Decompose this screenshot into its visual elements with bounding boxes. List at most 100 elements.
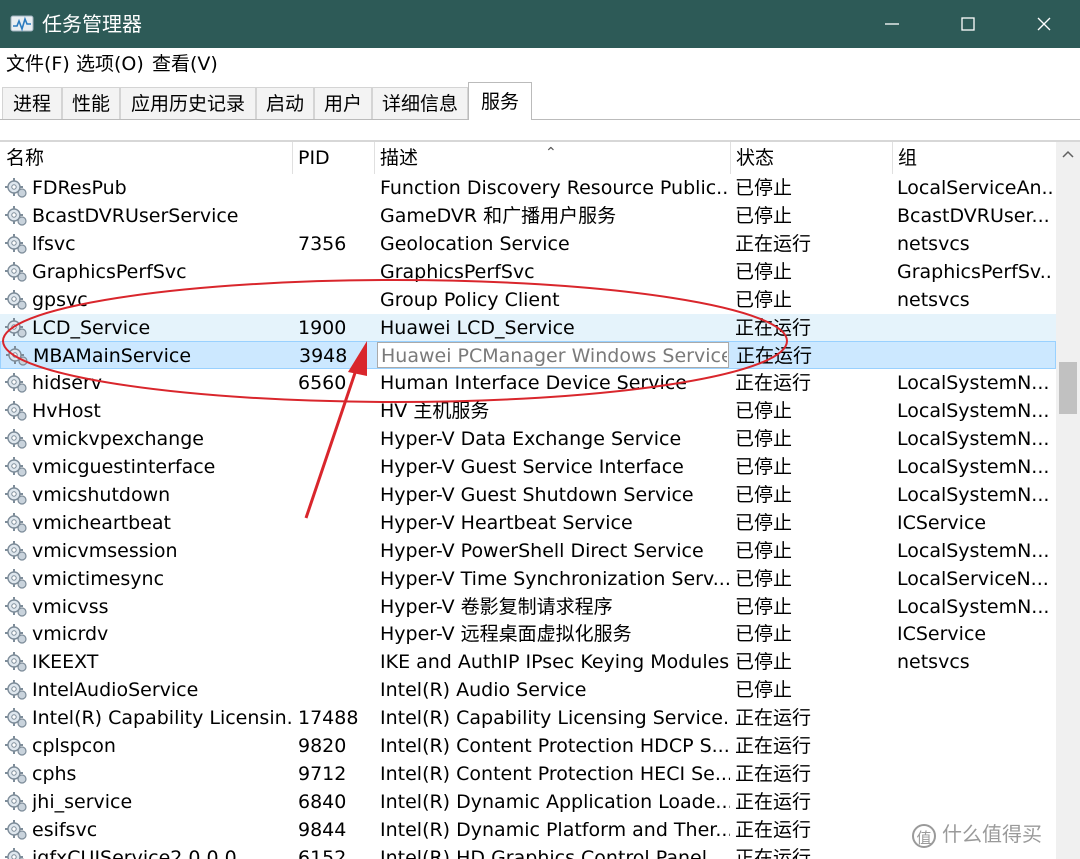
service-row[interactable]: vmictimesync Hyper-V Time Synchronization… [0, 565, 1056, 593]
service-name: vmicvss [32, 595, 109, 618]
service-pid [298, 453, 373, 481]
service-gear-icon [5, 819, 27, 840]
service-status: 正在运行 [735, 707, 812, 730]
menu-options[interactable]: 选项(O) [76, 51, 144, 77]
service-pid [298, 565, 373, 593]
service-pid [298, 648, 373, 676]
service-row[interactable]: HvHost HV 主机服务 已停止 LocalSystemN... [0, 397, 1056, 425]
service-name: IntelAudioService [32, 679, 199, 702]
service-row[interactable]: vmicrdv Hyper-V 远程桌面虚拟化服务 已停止 ICService [0, 620, 1056, 648]
service-gear-icon [5, 763, 27, 784]
service-row[interactable]: cplspcon 9820 Intel(R) Content Protection … [0, 732, 1056, 760]
service-row[interactable]: cphs 9712 Intel(R) Content Protection HECI… [0, 760, 1056, 788]
service-name: LCD_Service [32, 316, 151, 339]
service-description: Huawei LCD_Service [380, 316, 575, 339]
column-header-row: 名称 PID 描述 状态 组 [0, 142, 1056, 174]
service-group [897, 760, 1053, 788]
service-status: 已停止 [735, 456, 793, 478]
service-description: Group Policy Client [380, 288, 560, 311]
maximize-icon [961, 17, 975, 31]
service-row[interactable]: GraphicsPerfSvc GraphicsPerfSvc 已停止 Graphic… [0, 258, 1056, 286]
service-status: 已停止 [735, 595, 793, 618]
tab-bar: 进程 性能 应用历史记录 启动 用户 详细信息 服务 [0, 80, 1080, 120]
tab-details[interactable]: 详细信息 [372, 87, 468, 119]
service-pid: 9844 [298, 818, 347, 841]
service-gear-icon [5, 791, 27, 812]
scrollbar-thumb[interactable] [1059, 362, 1077, 414]
service-row[interactable]: vmicshutdown Hyper-V Guest Shutdown Servi… [0, 481, 1056, 509]
service-gear-icon [5, 205, 27, 226]
service-row[interactable]: hidserv 6560 Human Interface Device Servic… [0, 369, 1056, 397]
service-pid [298, 537, 373, 565]
menu-file[interactable]: 文件(F) [6, 51, 70, 77]
service-group: LocalSystemN... [897, 456, 1050, 478]
service-row[interactable]: esifsvc 9844 Intel(R) Dynamic Platform and… [0, 816, 1056, 844]
service-row[interactable]: vmicvmsession Hyper-V PowerShell Direct S… [0, 537, 1056, 565]
service-gear-icon [5, 429, 27, 449]
scroll-up-icon[interactable] [1062, 150, 1074, 158]
service-row[interactable]: vmicheartbeat Hyper-V Heartbeat Service 已停… [0, 509, 1056, 537]
service-description: GameDVR 和广播用户服务 [380, 204, 617, 227]
service-pid [298, 509, 373, 537]
service-name: Intel(R) Capability Licensin... [32, 707, 294, 730]
service-status: 已停止 [735, 623, 793, 646]
service-group: LocalSystemN... [897, 372, 1050, 395]
service-row[interactable]: vmickvpexchange Hyper-V Data Exchange Ser… [0, 425, 1056, 453]
service-pid: 6560 [298, 372, 347, 395]
column-header-group[interactable]: 组 [892, 142, 1056, 174]
service-row[interactable]: lfsvc 7356 Geolocation Service 正在运行 netsvcs [0, 230, 1056, 258]
service-row[interactable]: LCD_Service 1900 Huawei LCD_Service 正在运行 [0, 313, 1056, 342]
tab-app-history[interactable]: 应用历史记录 [120, 87, 256, 119]
service-row[interactable]: vmicvss Hyper-V 卷影复制请求程序 已停止 LocalSystemN..… [0, 593, 1056, 621]
service-row[interactable]: IKEEXT IKE and AuthIP IPsec Keying Module… [0, 648, 1056, 676]
service-status: 正在运行 [735, 790, 812, 813]
title-bar: 任务管理器 [0, 0, 1080, 48]
service-gear-icon [5, 652, 27, 672]
tab-users[interactable]: 用户 [314, 87, 372, 119]
service-description: Intel(R) Audio Service [380, 679, 587, 702]
service-description: Hyper-V Time Synchronization Serv... [380, 567, 730, 590]
maximize-button[interactable] [932, 0, 1004, 48]
service-row[interactable]: BcastDVRUserService GameDVR 和广播用户服务 已停止 Bca… [0, 202, 1056, 230]
tab-performance[interactable]: 性能 [62, 87, 120, 119]
service-name: vmicvmsession [32, 539, 178, 562]
minimize-button[interactable] [856, 0, 928, 48]
service-gear-icon [6, 346, 28, 366]
service-group [897, 676, 1053, 704]
service-row[interactable]: IntelAudioService Intel(R) Audio Service 已… [0, 676, 1056, 704]
minimize-icon [885, 23, 899, 25]
service-description: Hyper-V Heartbeat Service [380, 511, 633, 534]
service-pid: 17488 [298, 707, 359, 730]
service-status: 正在运行 [735, 372, 812, 395]
service-pid [298, 174, 373, 202]
service-row[interactable]: vmicguestinterface Hyper-V Guest Service … [0, 453, 1056, 481]
vertical-scrollbar[interactable] [1056, 142, 1080, 859]
service-description: Huawei PCManager Windows Service [381, 345, 727, 368]
service-row[interactable]: MBAMainService 3948 Huawei PCManager Windo… [0, 341, 1056, 370]
service-pid [298, 202, 373, 230]
tab-startup[interactable]: 启动 [256, 87, 314, 119]
service-name: gpsvc [32, 288, 88, 311]
service-gear-icon [5, 736, 27, 756]
service-row[interactable]: igfxCUIService2.0.0.0 6152 Intel(R) HD Gra… [0, 844, 1056, 859]
service-name: vmictimesync [32, 567, 165, 590]
service-name: hidserv [32, 372, 103, 395]
service-description: Human Interface Device Service [380, 372, 687, 395]
service-description: IKE and AuthIP IPsec Keying Modules [380, 651, 730, 674]
column-header-name[interactable]: 名称 [0, 142, 292, 174]
column-header-status[interactable]: 状态 [730, 142, 892, 174]
service-name: HvHost [32, 400, 101, 423]
tab-processes[interactable]: 进程 [2, 87, 62, 119]
service-description: Function Discovery Resource Public... [380, 177, 730, 199]
service-row[interactable]: Intel(R) Capability Licensin... 17488 Inte… [0, 704, 1056, 732]
watermark: 值什么值得买 [912, 818, 1042, 848]
service-row[interactable]: FDResPub Function Discovery Resource Publ… [0, 174, 1056, 202]
service-description: Hyper-V Data Exchange Service [380, 428, 682, 451]
service-group: LocalSystemN... [897, 428, 1050, 451]
menu-view[interactable]: 查看(V) [152, 51, 218, 77]
close-button[interactable] [1008, 0, 1080, 48]
service-row[interactable]: gpsvc Group Policy Client 已停止 netsvcs [0, 286, 1056, 314]
tab-services[interactable]: 服务 [468, 82, 532, 120]
column-header-pid[interactable]: PID [292, 142, 374, 174]
service-row[interactable]: jhi_service 6840 Intel(R) Dynamic Applicat… [0, 788, 1056, 816]
